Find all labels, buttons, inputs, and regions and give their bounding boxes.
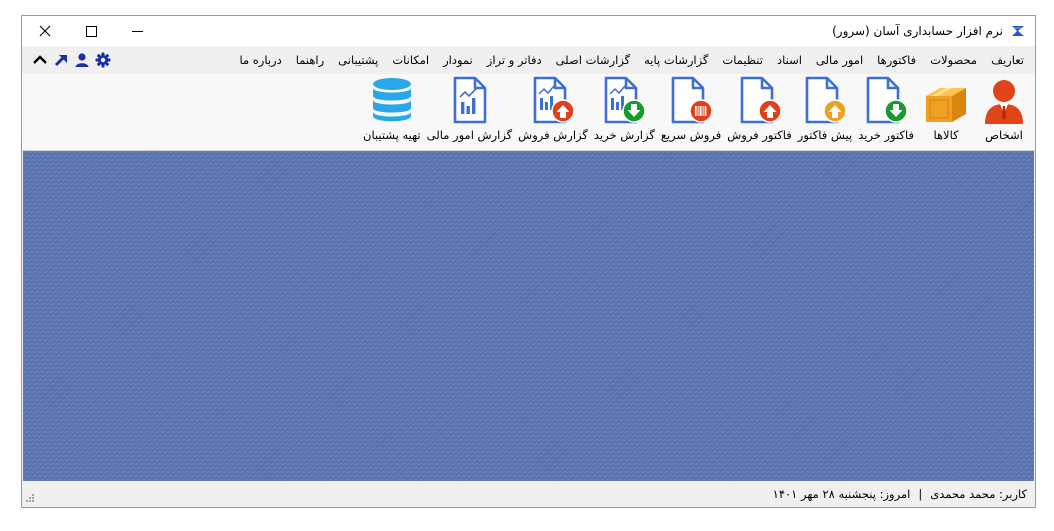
tool-label: گزارش فروش <box>518 128 588 142</box>
tool-purchase-invoice[interactable]: فاکتور خرید <box>855 74 917 150</box>
menu-item[interactable]: نمودار <box>436 53 480 67</box>
resize-grip-icon[interactable] <box>25 493 35 503</box>
menu-item[interactable]: پشتیبانی <box>331 53 385 67</box>
arrow-up-right-icon[interactable] <box>53 52 69 68</box>
minimize-icon <box>131 30 143 32</box>
window-controls <box>22 16 160 46</box>
status-date: امروز: پنجشنبه ۲۸ مهر ۱۴۰۱ <box>772 487 911 501</box>
toolbar: اشخاص کالاها فاکتور خرید پیش فاکتور فاکت… <box>22 74 1035 151</box>
sales-invoice-icon <box>740 76 782 124</box>
menu-item[interactable]: فاکتورها <box>870 53 923 67</box>
tool-purchase-report[interactable]: گزارش خرید <box>591 74 658 150</box>
tool-quick-sale[interactable]: فروش سریع <box>658 74 724 150</box>
tool-label: فاکتور فروش <box>727 128 792 142</box>
tool-label: اشخاص <box>985 128 1023 142</box>
menu-items: تعاریف محصولات فاکتورها امور مالی اسناد تنظیم… <box>232 46 1031 74</box>
tool-label: گزارش امور مالی <box>426 128 513 142</box>
app-logo-icon <box>1010 24 1026 38</box>
maximize-icon <box>85 25 97 37</box>
person-icon <box>985 80 1023 124</box>
menu-item[interactable]: تنظیمات <box>715 53 770 67</box>
menu-item[interactable]: گزارشات اصلی <box>549 53 638 67</box>
purchase-report-icon <box>605 76 647 124</box>
proforma-invoice-icon <box>805 76 847 124</box>
close-button[interactable] <box>22 16 68 46</box>
tool-label: تهیه پشتیبان <box>363 128 421 142</box>
menu-item[interactable]: راهنما <box>289 53 331 67</box>
tool-backup[interactable]: تهیه پشتیبان <box>360 74 424 150</box>
menu-icon-group <box>32 50 111 70</box>
gear-icon[interactable] <box>95 52 111 68</box>
tool-label: فروش سریع <box>660 128 722 142</box>
tool-persons[interactable]: اشخاص <box>975 74 1033 150</box>
user-icon[interactable] <box>74 52 90 68</box>
title-bar[interactable]: نرم افزار حسابداری آسان (سرور) <box>22 16 1035 46</box>
status-separator: | <box>918 487 923 501</box>
app-window: نرم افزار حسابداری آسان (سرور) تعاریف محص… <box>21 15 1036 508</box>
chevron-up-icon[interactable] <box>32 52 48 68</box>
menu-item[interactable]: تعاریف <box>984 53 1031 67</box>
quick-sale-icon <box>671 76 713 124</box>
tool-financial-report[interactable]: گزارش امور مالی <box>424 74 516 150</box>
menu-bar: تعاریف محصولات فاکتورها امور مالی اسناد تنظیم… <box>22 46 1035 74</box>
tool-label: کالاها <box>933 128 959 142</box>
tool-sales-report[interactable]: گزارش فروش <box>515 74 591 150</box>
menu-item[interactable]: گزارشات پایه <box>637 53 715 67</box>
sales-report-icon <box>533 76 575 124</box>
close-icon <box>39 25 51 37</box>
tool-label: فاکتور خرید <box>858 128 914 142</box>
tool-proforma-invoice[interactable]: پیش فاکتور <box>795 74 855 150</box>
toolbar-items: اشخاص کالاها فاکتور خرید پیش فاکتور فاکت… <box>360 74 1033 150</box>
title-area: نرم افزار حسابداری آسان (سرور) <box>832 21 1027 41</box>
status-text: امروز: پنجشنبه ۲۸ مهر ۱۴۰۱ | کاربر: محمد… <box>773 487 1027 501</box>
menu-item[interactable]: امور مالی <box>809 53 870 67</box>
menu-item[interactable]: اسناد <box>770 53 809 67</box>
menu-item[interactable]: دفاتر و تراز <box>480 53 549 67</box>
tool-goods[interactable]: کالاها <box>917 74 975 150</box>
purchase-invoice-icon <box>866 76 908 124</box>
tool-sales-invoice[interactable]: فاکتور فروش <box>724 74 795 150</box>
status-user: کاربر: محمد محمدی <box>930 487 1027 501</box>
financial-report-icon <box>454 76 487 124</box>
box-icon <box>926 88 966 122</box>
backup-database-icon <box>372 78 411 122</box>
window-title: نرم افزار حسابداری آسان (سرور) <box>832 24 1003 38</box>
tool-label: پیش فاکتور <box>797 128 853 142</box>
tool-label: گزارش خرید <box>593 128 655 142</box>
status-bar: امروز: پنجشنبه ۲۸ مهر ۱۴۰۱ | کاربر: محمد… <box>22 481 1035 507</box>
menu-item[interactable]: امکانات <box>385 53 436 67</box>
menu-item[interactable]: محصولات <box>923 53 984 67</box>
workspace-area <box>23 151 1034 482</box>
minimize-button[interactable] <box>114 16 160 46</box>
menu-item[interactable]: درباره ما <box>232 53 288 67</box>
maximize-button[interactable] <box>68 16 114 46</box>
